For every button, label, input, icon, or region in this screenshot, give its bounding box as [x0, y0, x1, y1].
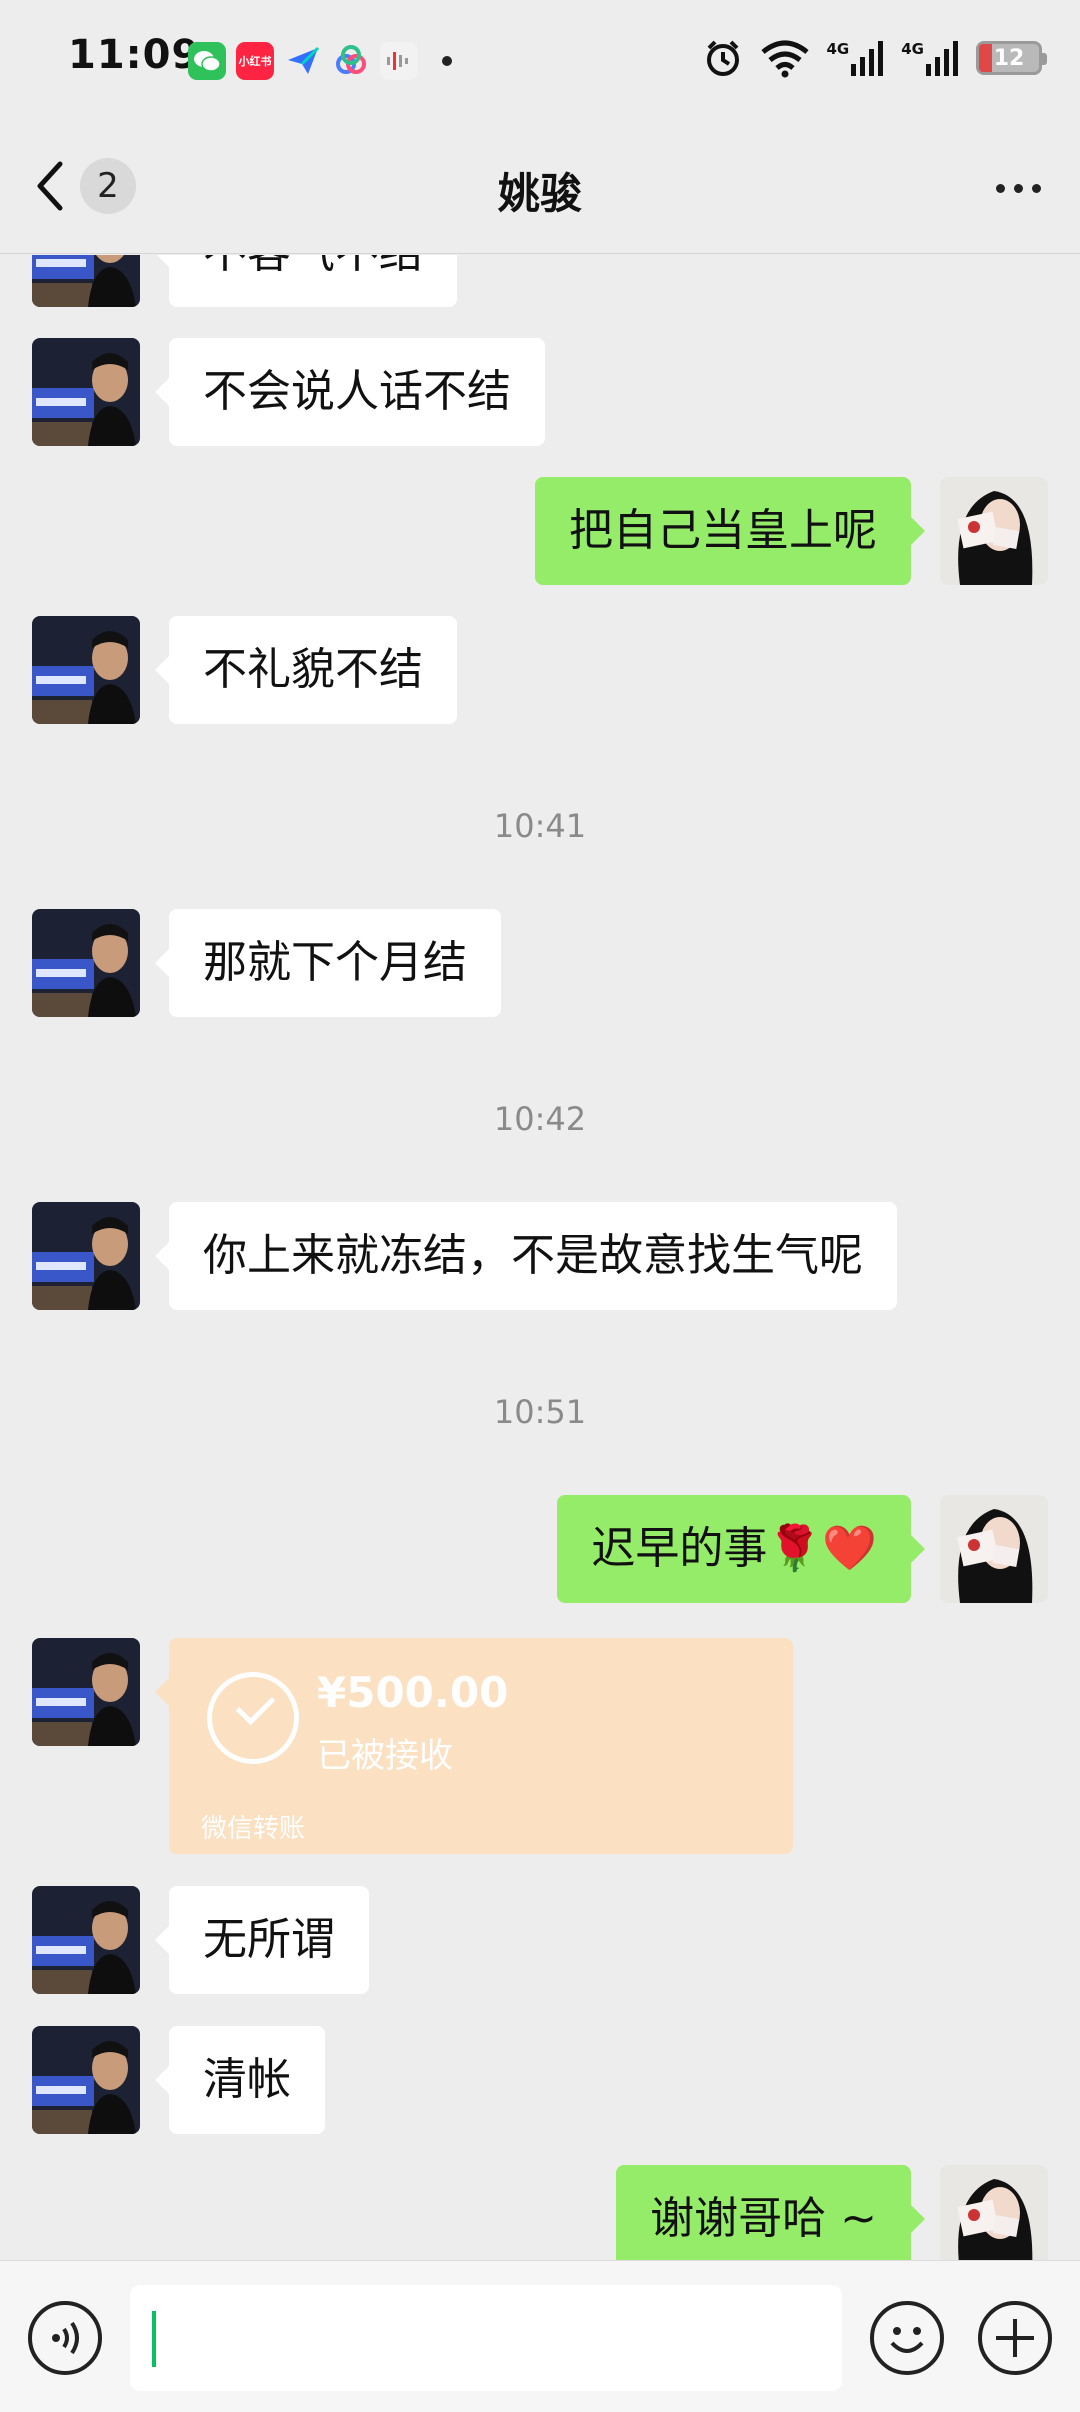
contact-avatar[interactable] — [32, 338, 140, 446]
chat-message-list[interactable]: 不客气不结 不会说人话不结 把自己当皇上呢 不礼貌不结 10:41 那就下个月结… — [0, 255, 1080, 2260]
feishu-icon — [284, 42, 322, 80]
sent-message-bubble[interactable]: 谢谢哥哈 ~ — [616, 2165, 925, 2260]
sent-message-bubble[interactable]: 把自己当皇上呢 — [535, 477, 925, 585]
check-circle-icon — [207, 1672, 299, 1764]
signal-1-icon: 4G — [827, 40, 886, 76]
xiaohongshu-label: 小红书 — [238, 55, 272, 68]
contact-avatar[interactable] — [32, 1638, 140, 1746]
status-time: 11:09 — [68, 32, 201, 78]
timestamp: 10:41 — [493, 807, 587, 845]
network-label-2: 4G — [901, 40, 924, 58]
contact-avatar[interactable] — [32, 1886, 140, 1994]
message-input[interactable] — [130, 2285, 842, 2391]
smiley-icon — [890, 2327, 924, 2353]
my-avatar[interactable] — [940, 1495, 1048, 1603]
received-message-bubble[interactable]: 无所谓 — [155, 1886, 369, 1994]
battery-icon: 12 — [976, 41, 1047, 75]
more-dot-icon — [1031, 183, 1041, 193]
xiaohongshu-icon: 小红书 — [236, 42, 274, 80]
received-message-bubble[interactable]: 那就下个月结 — [155, 909, 501, 1017]
status-bar: 11:09 小红书 4G 4G 12 — [0, 0, 1080, 120]
more-dot-icon — [1013, 183, 1023, 193]
system-status: 4G 4G 12 — [703, 38, 1047, 78]
wifi-icon — [760, 40, 809, 78]
network-label-1: 4G — [826, 40, 850, 58]
chat-input-bar — [0, 2260, 1080, 2412]
app-icon — [332, 42, 370, 80]
signal-2-icon: 4G — [901, 40, 960, 76]
received-message-bubble[interactable]: 你上来就冻结，不是故意找生气呢 — [155, 1202, 897, 1310]
received-message-bubble[interactable]: 清帐 — [155, 2026, 325, 2134]
contact-avatar[interactable] — [32, 909, 140, 1017]
wechat-icon — [188, 42, 226, 80]
voice-input-button[interactable] — [28, 2301, 102, 2375]
text-cursor — [152, 2311, 156, 2367]
contact-avatar[interactable] — [32, 2026, 140, 2134]
my-avatar[interactable] — [940, 2165, 1048, 2260]
transfer-footer-label: 微信转账 — [201, 1814, 306, 1844]
more-options-button[interactable] — [986, 170, 1050, 206]
contact-avatar[interactable] — [32, 1202, 140, 1310]
notification-icons: 小红书 — [188, 42, 452, 80]
voice-app-icon — [380, 42, 418, 80]
chat-header: 2 姚骏 — [0, 120, 1080, 254]
received-message-bubble[interactable]: 不客气不结 — [155, 255, 457, 307]
contact-avatar[interactable] — [32, 255, 140, 307]
received-message-bubble[interactable]: 不会说人话不结 — [155, 338, 545, 446]
more-notifications-dot — [442, 56, 452, 66]
more-dot-icon — [995, 183, 1005, 193]
chat-title: 姚骏 — [497, 169, 582, 218]
timestamp: 10:51 — [493, 1393, 587, 1431]
contact-avatar[interactable] — [32, 616, 140, 724]
transfer-status: 已被接收 — [317, 1736, 453, 1776]
my-avatar[interactable] — [940, 477, 1048, 585]
timestamp: 10:42 — [493, 1100, 587, 1138]
voice-icon — [52, 2321, 79, 2355]
transfer-card[interactable]: ¥500.00 已被接收 微信转账 — [155, 1638, 793, 1854]
alarm-icon — [706, 40, 739, 76]
emoji-button[interactable] — [870, 2301, 944, 2375]
transfer-amount: ¥500.00 — [317, 1668, 509, 1717]
received-message-bubble[interactable]: 不礼貌不结 — [155, 616, 457, 724]
battery-level: 12 — [993, 45, 1025, 71]
sent-message-bubble[interactable]: 迟早的事🌹❤️ — [557, 1495, 925, 1603]
more-functions-button[interactable] — [978, 2301, 1052, 2375]
